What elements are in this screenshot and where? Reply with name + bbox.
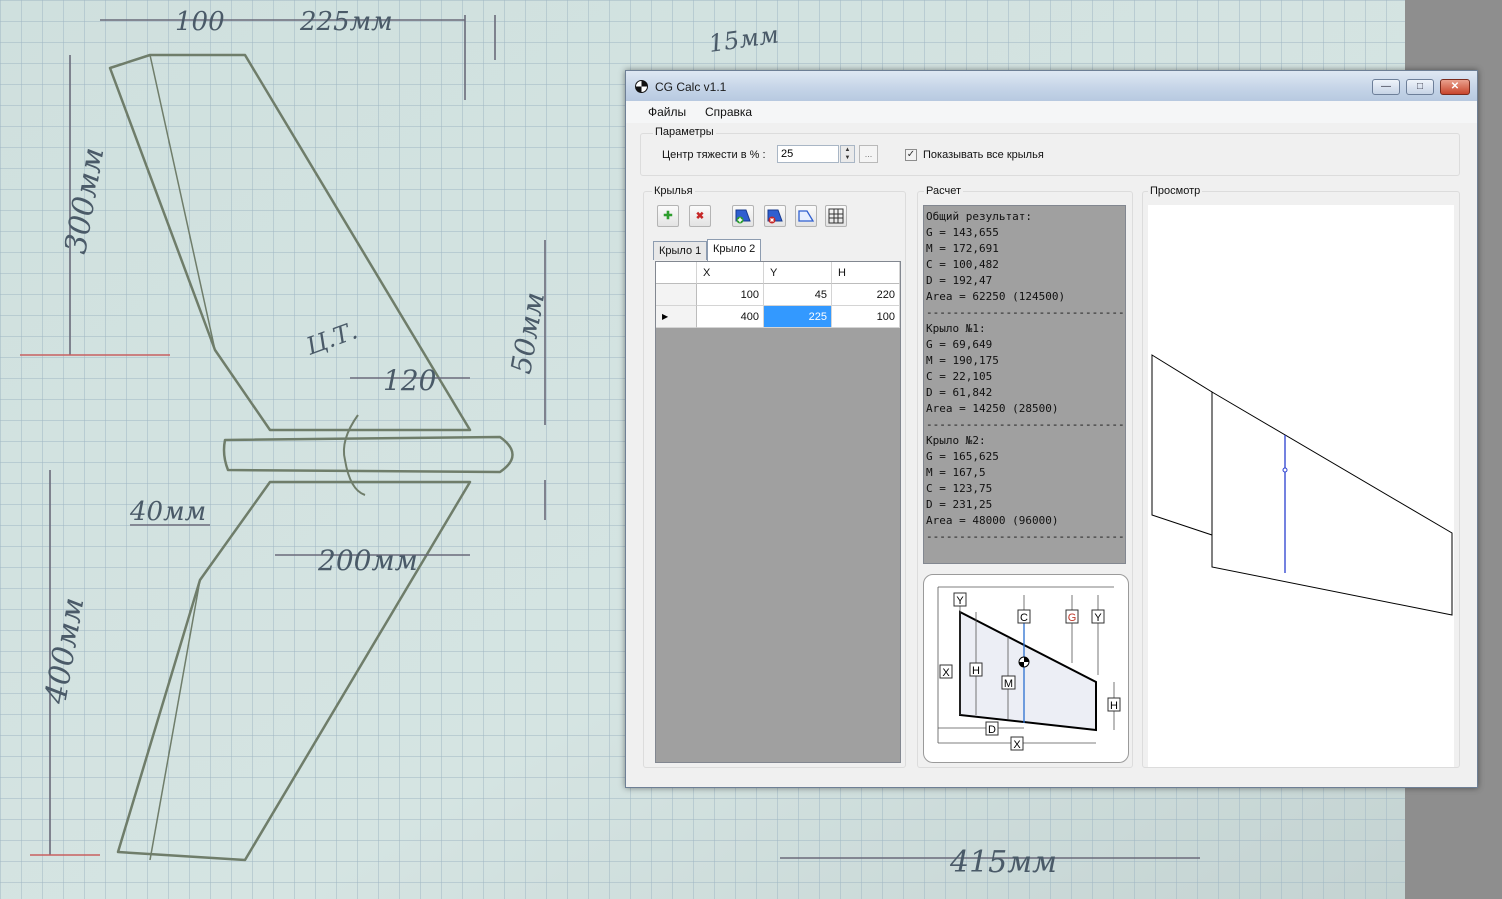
window-title: CG Calc v1.1	[655, 80, 727, 94]
current-row-header[interactable]: ▶	[656, 306, 697, 328]
cg-more-button[interactable]: ...	[859, 145, 878, 163]
diagram-label-c: C	[1020, 612, 1028, 624]
diagram-label-h-left: H	[972, 665, 980, 677]
calculation-group-label: Расчет	[924, 185, 963, 197]
add-wing-icon	[735, 209, 751, 224]
add-wing-button[interactable]	[732, 205, 754, 227]
minimize-button[interactable]: —	[1372, 79, 1400, 95]
svg-text:40мм: 40мм	[129, 497, 206, 527]
title-bar[interactable]: CG Calc v1.1 — □ ✕	[626, 71, 1477, 101]
table-cell-h[interactable]: 220	[832, 284, 900, 306]
table-corner-header	[656, 262, 697, 284]
show-all-wings-label: Показывать все крылья	[923, 149, 1044, 161]
cg-percent-spinner[interactable]: ▲ ▼	[840, 145, 855, 163]
preview-wing-2-outline	[1211, 391, 1453, 616]
preview-wing-1-outline	[1151, 354, 1213, 536]
remove-wing-icon	[767, 209, 783, 224]
column-header-y[interactable]: Y	[764, 262, 832, 284]
table-cell-x[interactable]: 400	[697, 306, 764, 328]
tab-wing-1[interactable]: Крыло 1	[653, 241, 708, 260]
parameter-diagram-svg: Y C G Y X H M H D X	[937, 586, 1121, 751]
diagram-label-g: G	[1068, 612, 1077, 624]
wing-shape-button[interactable]	[795, 205, 817, 227]
preview-drawing	[1151, 354, 1453, 616]
diagram-label-x-left: X	[942, 667, 950, 679]
svg-text:225мм: 225мм	[299, 7, 393, 37]
diagram-label-x-bottom: X	[1013, 739, 1021, 751]
calculation-output[interactable]: Общий результат: G = 143,655 M = 172,691…	[923, 205, 1126, 564]
diagram-label-y-right: Y	[1094, 612, 1102, 624]
settings-grid-button[interactable]	[825, 205, 847, 227]
diagram-label-h-right: H	[1110, 700, 1118, 712]
maximize-button[interactable]: □	[1406, 79, 1434, 95]
diagram-label-m: M	[1004, 678, 1013, 690]
svg-text:120: 120	[383, 364, 436, 397]
settings-grid-icon	[828, 208, 844, 224]
svg-text:415мм: 415мм	[949, 845, 1057, 880]
remove-wing-button[interactable]	[764, 205, 786, 227]
diagram-label-y-top: Y	[956, 595, 964, 607]
cg-calc-window: CG Calc v1.1 — □ ✕ Файлы Справка Парамет…	[625, 70, 1478, 788]
add-button[interactable]: ✚	[657, 205, 679, 227]
menu-bar: Файлы Справка	[626, 101, 1477, 123]
preview-cg-point	[1282, 467, 1288, 473]
show-all-wings-checkbox[interactable]: ✓	[905, 149, 917, 161]
cg-balance-icon	[635, 80, 648, 93]
tab-wing-2[interactable]: Крыло 2	[707, 239, 762, 261]
wings-group-label: Крылья	[652, 185, 695, 197]
wing-parameters-diagram: Y C G Y X H M H D X	[923, 574, 1129, 763]
wing-preview-canvas[interactable]	[1148, 205, 1454, 767]
spin-up-icon[interactable]: ▲	[841, 146, 854, 154]
parameters-group-label: Параметры	[653, 126, 716, 138]
menu-files[interactable]: Файлы	[648, 105, 686, 119]
add-icon: ✚	[663, 210, 673, 222]
column-header-h[interactable]: H	[832, 262, 900, 284]
close-button[interactable]: ✕	[1440, 79, 1470, 95]
cg-percent-label: Центр тяжести в % :	[662, 149, 766, 161]
spin-down-icon[interactable]: ▼	[841, 154, 854, 162]
wing-shape-icon	[798, 210, 815, 222]
diagram-label-d: D	[988, 724, 996, 736]
svg-text:200мм: 200мм	[317, 544, 418, 577]
cg-percent-input[interactable]	[777, 145, 839, 163]
delete-icon: ✖	[695, 211, 705, 222]
table-cell-y-selected[interactable]: 225	[764, 306, 832, 328]
column-header-x[interactable]: X	[697, 262, 764, 284]
current-row-arrow-icon: ▶	[662, 312, 669, 321]
svg-text:100: 100	[175, 7, 225, 37]
table-cell-x[interactable]: 100	[697, 284, 764, 306]
wing-points-table: X Y H 100 45 220 ▶ 400 225 100	[655, 261, 901, 763]
table-cell-y[interactable]: 45	[764, 284, 832, 306]
menu-help[interactable]: Справка	[705, 105, 752, 119]
preview-group-label: Просмотр	[1148, 185, 1203, 197]
delete-button[interactable]: ✖	[689, 205, 711, 227]
row-header[interactable]	[656, 284, 697, 306]
table-cell-h[interactable]: 100	[832, 306, 900, 328]
